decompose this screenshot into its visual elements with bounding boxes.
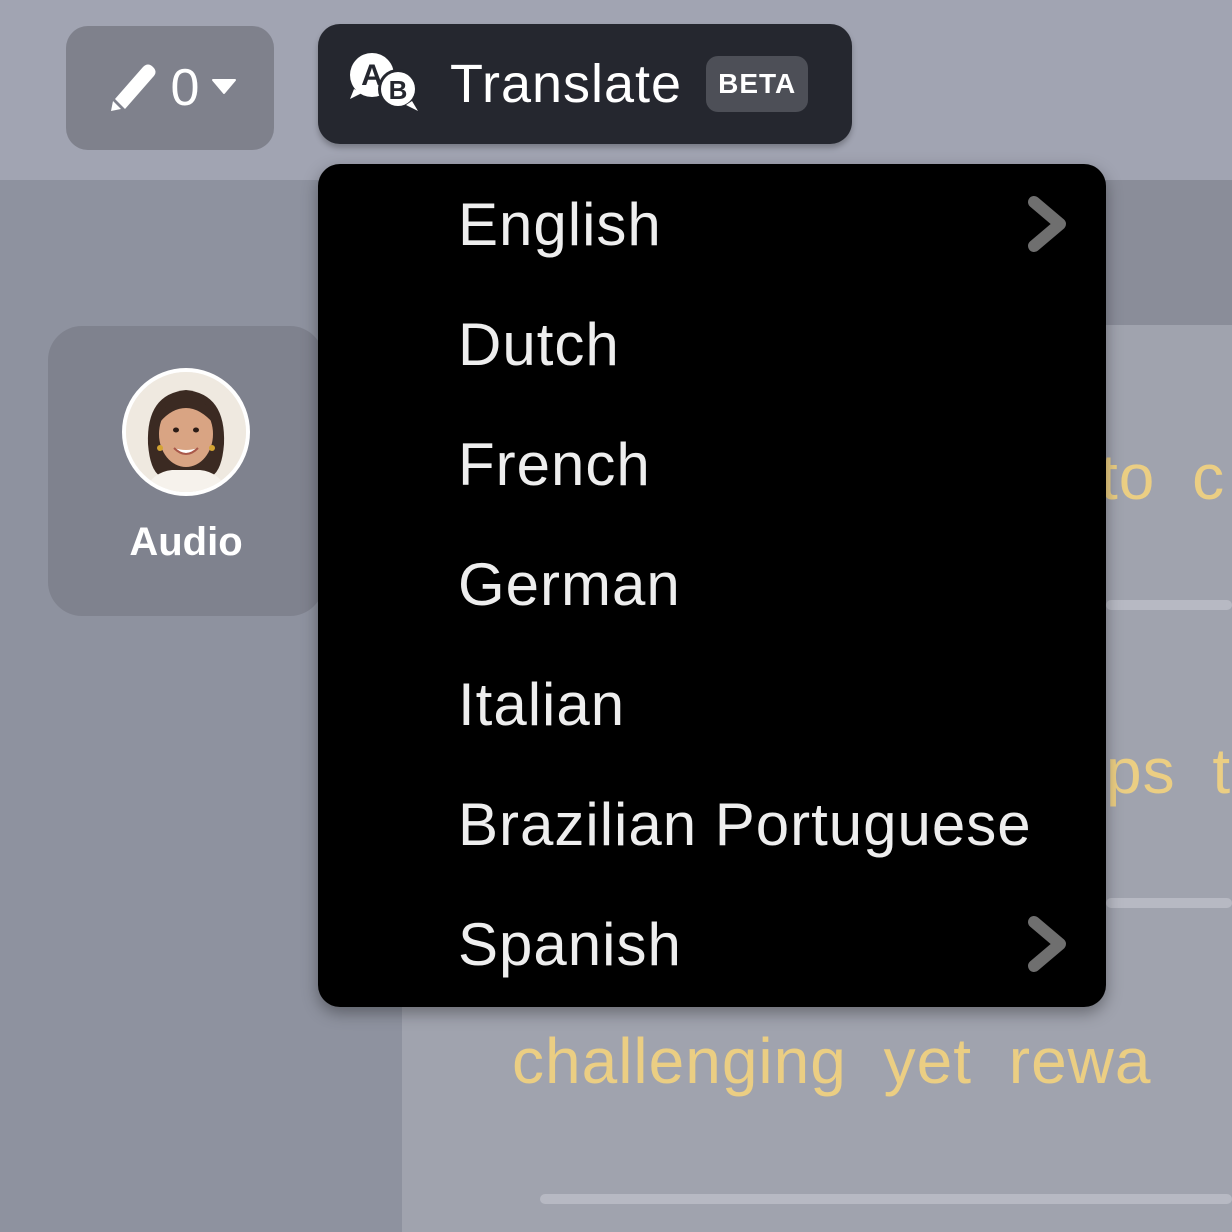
translate-button[interactable]: A B Translate BETA: [318, 24, 852, 144]
translate-label: Translate: [450, 54, 683, 114]
language-menu: English Dutch French German Italian Braz…: [318, 164, 1106, 1007]
menu-item-label: German: [458, 550, 681, 618]
menu-item-german[interactable]: German: [318, 524, 1106, 644]
menu-item-label: Italian: [458, 670, 626, 738]
menu-item-italian[interactable]: Italian: [318, 644, 1106, 764]
menu-item-label: Spanish: [458, 910, 682, 978]
edit-button[interactable]: 0: [66, 26, 274, 150]
menu-item-label: English: [458, 190, 662, 258]
edit-count: 0: [170, 59, 200, 117]
transcript-line-2: ps t: [1106, 735, 1232, 807]
pencil-icon: [103, 57, 159, 120]
avatar: [122, 368, 250, 496]
transcript-line-1: to c: [1100, 441, 1226, 513]
audio-waveform: [1106, 600, 1232, 610]
chevron-right-icon: [1026, 194, 1068, 254]
chevron-right-icon: [1026, 914, 1068, 974]
audio-label: Audio: [129, 520, 243, 564]
menu-item-brazilian-portuguese[interactable]: Brazilian Portuguese: [318, 764, 1106, 884]
menu-item-label: Dutch: [458, 310, 620, 378]
transcript-line-3: challenging yet rewa: [512, 1025, 1152, 1097]
menu-item-dutch[interactable]: Dutch: [318, 284, 1106, 404]
audio-waveform: [1106, 898, 1232, 908]
translate-ab-icon: A B: [346, 49, 422, 120]
svg-text:B: B: [389, 75, 408, 105]
menu-item-french[interactable]: French: [318, 404, 1106, 524]
menu-item-label: Brazilian Portuguese: [458, 790, 1032, 858]
caret-down-icon: [211, 76, 237, 101]
beta-badge: BETA: [706, 56, 809, 112]
audio-waveform: [540, 1194, 1232, 1204]
menu-item-spanish[interactable]: Spanish: [318, 884, 1106, 1004]
menu-item-english[interactable]: English: [318, 164, 1106, 284]
menu-item-label: French: [458, 430, 651, 498]
